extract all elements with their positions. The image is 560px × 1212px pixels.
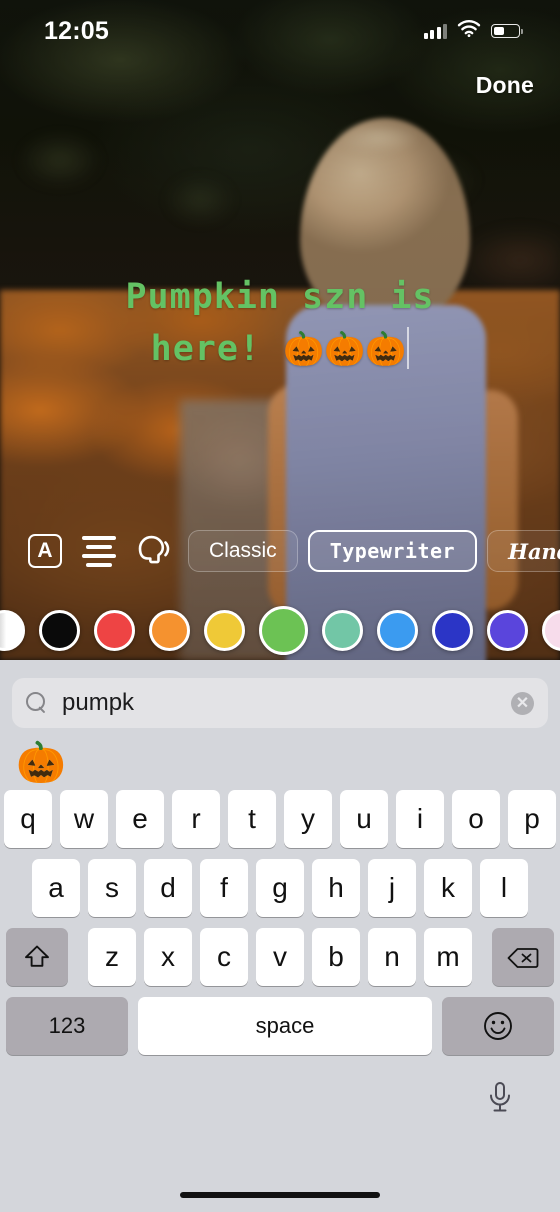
emoji-result-pumpkin[interactable]: 🎃 (16, 743, 66, 783)
instagram-story-text-editor: 12:05 Done Pumpkin szn is here! 🎃🎃🎃 A Cl… (0, 0, 560, 1212)
numbers-key[interactable]: 123 (6, 997, 128, 1055)
key-f[interactable]: f (200, 859, 248, 917)
story-text-line-2: here! 🎃🎃🎃 (0, 323, 560, 375)
font-chip-handwriting[interactable]: Handwr (487, 530, 560, 572)
shift-key[interactable] (6, 928, 68, 986)
key-t[interactable]: t (228, 790, 276, 848)
status-bar-icons (423, 19, 523, 42)
key-x[interactable]: x (144, 928, 192, 986)
key-l[interactable]: l (480, 859, 528, 917)
key-p[interactable]: p (508, 790, 556, 848)
key-s[interactable]: s (88, 859, 136, 917)
emoji-search-section: pumpk ✕ (0, 660, 560, 728)
key-u[interactable]: u (340, 790, 388, 848)
color-swatch-pink[interactable] (542, 609, 560, 651)
story-text-overlay[interactable]: Pumpkin szn is here! 🎃🎃🎃 (0, 272, 560, 375)
font-chip-list[interactable]: Classic Typewriter Handwr (188, 530, 560, 572)
text-to-speech-icon (131, 530, 175, 573)
keyboard-row-4: 123 space (3, 997, 557, 1055)
story-text-emoji-run: 🎃🎃🎃 (283, 329, 407, 368)
color-swatch-mint[interactable] (322, 609, 363, 651)
key-n[interactable]: n (368, 928, 416, 986)
key-k[interactable]: k (424, 859, 472, 917)
story-text-line-1: Pumpkin szn is (125, 277, 435, 317)
color-swatch-blue[interactable] (432, 609, 473, 651)
emoji-results-row[interactable]: 🎃 (0, 728, 560, 790)
key-m[interactable]: m (424, 928, 472, 986)
key-d[interactable]: d (144, 859, 192, 917)
backspace-key[interactable] (492, 928, 554, 986)
text-background-button[interactable]: A (18, 524, 72, 578)
text-cursor (407, 327, 410, 369)
text-background-a-icon: A (28, 534, 62, 568)
key-w[interactable]: w (60, 790, 108, 848)
key-g[interactable]: g (256, 859, 304, 917)
key-b[interactable]: b (312, 928, 360, 986)
microphone-icon[interactable] (487, 1081, 513, 1115)
key-q[interactable]: q (4, 790, 52, 848)
keyboard-panel: pumpk ✕ 🎃 q w e r t y u i o p a s d f g … (0, 660, 560, 1212)
keyboard-row-2: a s d f g h j k l (3, 859, 557, 917)
keyboard-bottom-bar (3, 1055, 557, 1141)
wifi-icon (457, 19, 481, 42)
key-v[interactable]: v (256, 928, 304, 986)
virtual-keyboard: q w e r t y u i o p a s d f g h j k l z … (0, 790, 560, 1141)
search-input[interactable]: pumpk (62, 689, 497, 717)
color-swatch-black[interactable] (39, 609, 80, 651)
color-swatch-orange[interactable] (149, 609, 190, 651)
color-swatch-red[interactable] (94, 609, 135, 651)
space-key[interactable]: space (138, 997, 432, 1055)
home-indicator (180, 1192, 380, 1198)
clear-icon[interactable]: ✕ (511, 691, 534, 715)
done-button[interactable]: Done (476, 72, 534, 99)
color-swatch-purple[interactable] (487, 609, 528, 651)
search-icon (26, 692, 48, 714)
key-h[interactable]: h (312, 859, 360, 917)
key-i[interactable]: i (396, 790, 444, 848)
keyboard-row-3: z x c v b n m (3, 928, 557, 986)
backspace-icon (507, 945, 539, 969)
key-j[interactable]: j (368, 859, 416, 917)
story-text-line-2-words: here! (150, 329, 284, 369)
color-picker-row[interactable] (0, 600, 560, 660)
status-bar: 12:05 (0, 0, 560, 62)
text-align-button[interactable] (72, 524, 126, 578)
text-align-center-icon (82, 535, 116, 567)
key-z[interactable]: z (88, 928, 136, 986)
emoji-key[interactable] (442, 997, 554, 1055)
font-chip-classic[interactable]: Classic (188, 530, 298, 572)
keyboard-row-3-letters: z x c v b n m (88, 928, 472, 986)
color-swatch-green[interactable] (259, 605, 308, 655)
key-r[interactable]: r (172, 790, 220, 848)
key-y[interactable]: y (284, 790, 332, 848)
color-swatch-yellow[interactable] (204, 609, 245, 651)
font-toolbar: A Classic Typewriter Handwr (0, 524, 560, 578)
key-e[interactable]: e (116, 790, 164, 848)
emoji-smiley-icon (483, 1011, 513, 1041)
cellular-signal-icon (423, 23, 447, 39)
status-bar-time: 12:05 (44, 16, 109, 45)
shift-icon (24, 944, 50, 971)
key-o[interactable]: o (452, 790, 500, 848)
color-swatch-white[interactable] (0, 609, 25, 651)
battery-icon (491, 24, 523, 38)
text-to-speech-button[interactable] (126, 524, 180, 578)
font-chip-typewriter[interactable]: Typewriter (307, 530, 478, 572)
color-swatch-light-blue[interactable] (377, 609, 418, 651)
key-a[interactable]: a (32, 859, 80, 917)
search-bar[interactable]: pumpk ✕ (12, 678, 548, 728)
key-c[interactable]: c (200, 928, 248, 986)
keyboard-row-1: q w e r t y u i o p (3, 790, 557, 848)
